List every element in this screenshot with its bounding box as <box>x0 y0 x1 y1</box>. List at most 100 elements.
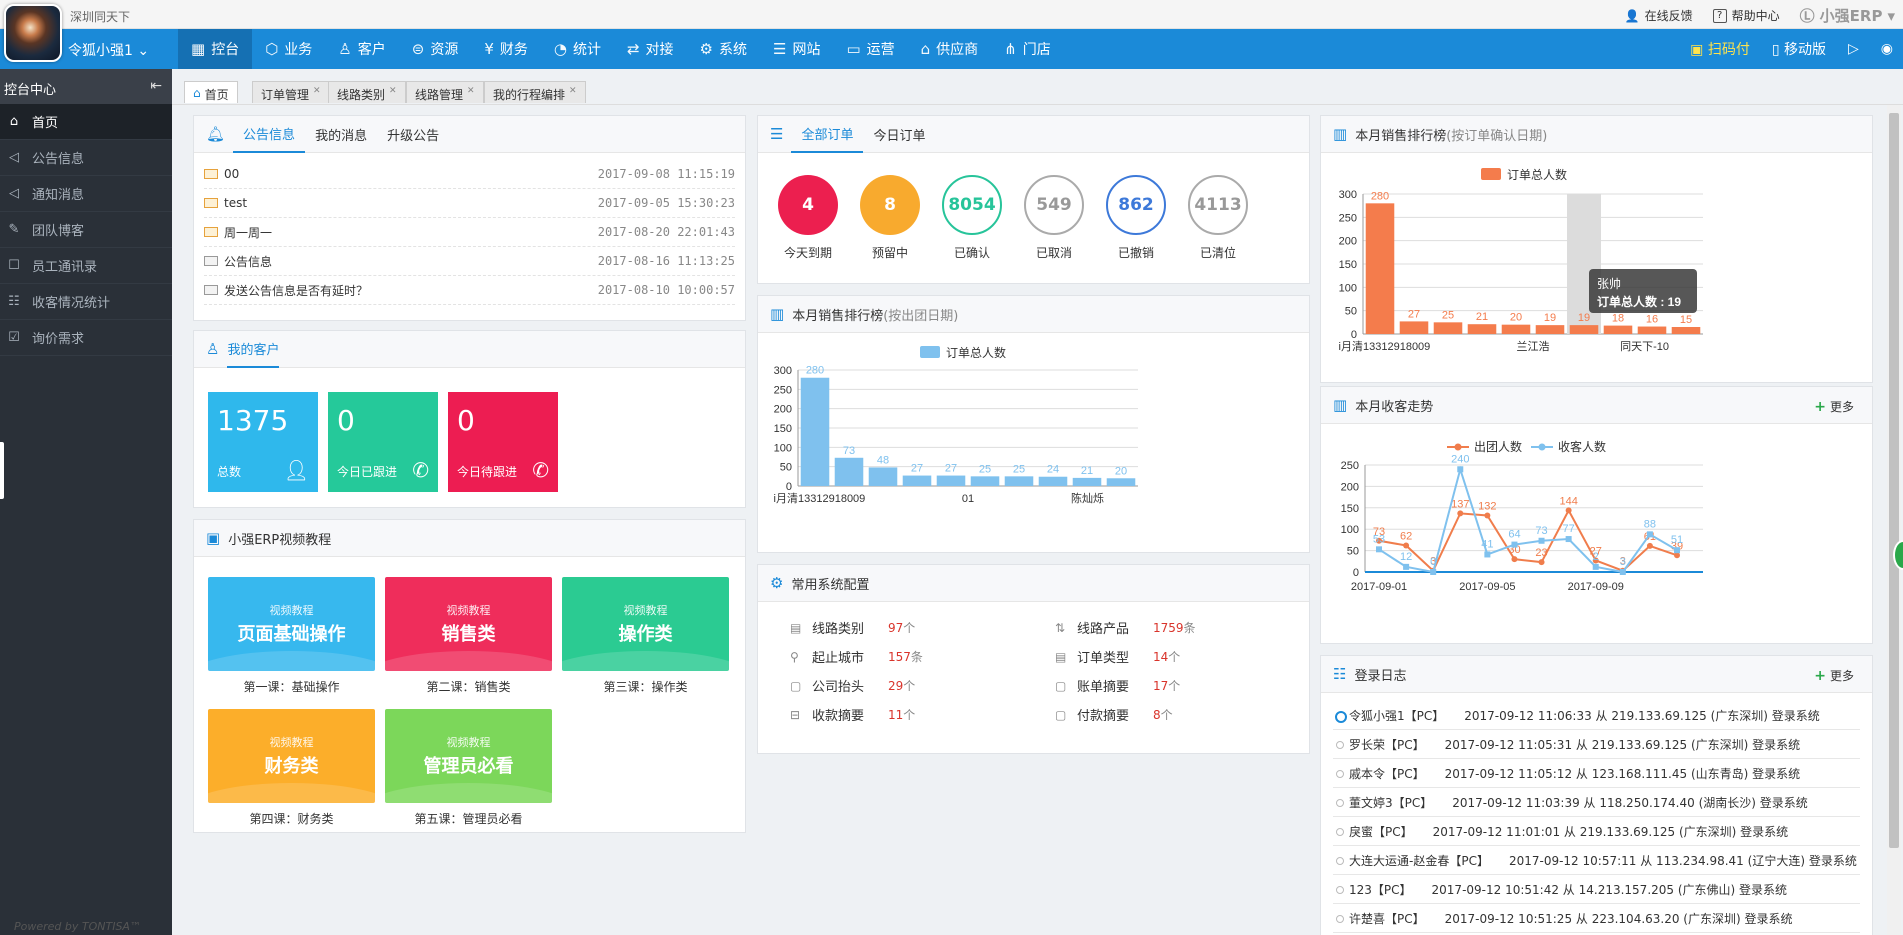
stat-revoked[interactable]: 862 已撤销 <box>1106 175 1166 261</box>
point <box>1430 569 1437 575</box>
sidebar-item-notice[interactable]: ◁ 公告信息 <box>0 140 172 176</box>
video-card[interactable]: 视频教程 操作类 第三课：操作类 <box>562 577 729 699</box>
video-icon: ▣ <box>206 529 221 547</box>
tab-itinerary[interactable]: 我的行程编排 ✕ <box>484 81 586 103</box>
config-item[interactable]: ⇅ 线路产品 1759条 <box>1055 618 1295 638</box>
config-value: 14 <box>1153 650 1169 664</box>
config-item[interactable]: ⚲ 起止城市 157条 <box>790 647 1055 667</box>
nav-item-website[interactable]: ☰ 网站 <box>760 29 833 69</box>
log-info: 2017-09-12 10:51:25 从 223.104.63.20 (广东深… <box>1444 911 1793 926</box>
video-card[interactable]: 视频教程 财务类 第四课：财务类 <box>208 709 375 831</box>
orders-header: ☰ 全部订单 今日订单 <box>758 116 1309 153</box>
nav-item-dashboard[interactable]: ▦ 控台 <box>178 29 253 69</box>
config-item[interactable]: ▢ 账单摘要 17个 <box>1055 676 1295 696</box>
video-sub: 视频教程 <box>446 604 491 617</box>
nav-item-customer[interactable]: ♙ 客户 <box>325 29 398 69</box>
customer-total-card[interactable]: 1375 总数 👤︎ <box>208 392 318 492</box>
sidebar-item-stats[interactable]: ☷ 收客情况统计 <box>0 284 172 320</box>
nav-item-connect[interactable]: ⇄ 对接 <box>614 29 687 69</box>
config-item[interactable]: ▤ 线路类别 97个 <box>790 618 1055 638</box>
sidebar-item-messages[interactable]: ◁ 通知消息 <box>0 176 172 212</box>
nav-item-supplier[interactable]: ⌂ 供应商 <box>908 29 992 69</box>
scrollbar-thumb[interactable] <box>1889 113 1899 848</box>
user-menu[interactable]: 令狐小强1 ⌄ <box>68 40 149 60</box>
list-item[interactable]: 周一周一 2017-08-20 22:01:43 <box>204 218 735 247</box>
log-user: 123【PC】 <box>1349 882 1412 897</box>
data-label: 51 <box>1671 534 1683 546</box>
feedback-link[interactable]: 👤 在线反馈 <box>1625 7 1693 24</box>
notice-title: 周一周一 <box>224 225 273 240</box>
tab-my-messages[interactable]: 我的消息 <box>305 116 377 153</box>
nav-item-stats[interactable]: ◔ 统计 <box>541 29 614 69</box>
log-info: 2017-09-12 11:01:01 从 219.133.69.125 (广东… <box>1432 824 1789 839</box>
legend-swatch <box>1481 168 1501 180</box>
tab-all-orders[interactable]: 全部订单 <box>791 116 864 153</box>
tab-today-orders[interactable]: 今日订单 <box>863 116 935 153</box>
nav-item-resource[interactable]: ⊜ 资源 <box>399 29 472 69</box>
stat-due-today[interactable]: 4 今天到期 <box>778 175 838 261</box>
data-label: 62 <box>1400 530 1412 542</box>
nav-item-operation[interactable]: ▭ 运营 <box>833 29 907 69</box>
tab-upgrade-notes[interactable]: 升级公告 <box>377 116 449 153</box>
tab-announcements[interactable]: 公告信息 <box>233 116 306 153</box>
sidebar-handle[interactable] <box>0 442 4 499</box>
point <box>1457 466 1464 473</box>
stat-cleared[interactable]: 4113 已清位 <box>1188 175 1248 261</box>
video-card[interactable]: 视频教程 管理员必看 第五课：管理员必看 <box>385 709 552 831</box>
flag-icon[interactable]: ▷ <box>1848 41 1859 57</box>
y-tick-label: 150 <box>774 423 792 435</box>
nav-item-finance[interactable]: ¥ 财务 <box>471 29 541 69</box>
list-item[interactable]: 公告信息 2017-08-16 11:13:25 <box>204 247 735 276</box>
line-chart-trend: 出团人数 收客人数05010015020025073 623137 13230 2314… <box>1341 439 1703 593</box>
sidebar-item-home[interactable]: ⌂ 首页 <box>0 104 172 140</box>
customer-title[interactable]: 我的客户 <box>227 331 280 368</box>
close-icon[interactable]: ✕ <box>569 86 577 103</box>
config-item[interactable]: ▢ 公司抬头 29个 <box>790 676 1055 696</box>
avatar[interactable] <box>4 4 62 62</box>
more-link[interactable]: + 更多 <box>1814 398 1854 415</box>
followed-today-card[interactable]: 0 今日已跟进 ✆ <box>328 392 438 492</box>
nav-item-system[interactable]: ⚙ 系统 <box>687 29 760 69</box>
close-icon[interactable]: ✕ <box>467 86 475 103</box>
collapse-icon[interactable]: ⇤ <box>150 78 162 94</box>
pending-today-card[interactable]: 0 今日待跟进 ✆ <box>448 392 558 492</box>
stat-label: 已取消 <box>1035 246 1072 260</box>
config-item[interactable]: ⊟ 收款摘要 11个 <box>790 705 1055 725</box>
bell-icon: 🔔︎ <box>206 125 226 143</box>
stat-cancelled[interactable]: 549 已取消 <box>1024 175 1084 261</box>
x-tick-label: 01 <box>962 493 974 505</box>
nav-item-store[interactable]: ⋔ 门店 <box>991 29 1064 69</box>
tab-route-manage[interactable]: 线路管理 ✕ <box>406 81 484 103</box>
eye-icon[interactable]: ◉ <box>1881 41 1893 57</box>
mobile-button[interactable]: ▯ 移动版 <box>1772 39 1826 59</box>
config-item[interactable]: ▢ 付款摘要 8个 <box>1055 705 1295 725</box>
stat-confirmed[interactable]: 8054 已确认 <box>942 175 1002 261</box>
sidebar-item-inquiry[interactable]: ☑ 询价需求 <box>0 320 172 356</box>
help-link[interactable]: ? 帮助中心 <box>1712 7 1780 24</box>
tab-orders[interactable]: 订单管理 ✕ <box>252 81 330 103</box>
close-icon[interactable]: ✕ <box>389 86 397 103</box>
tab-route-category[interactable]: 线路类别 ✕ <box>328 81 406 103</box>
nav-items: ▦ 控台 ⬡ 业务 ♙ 客户 ⊜ 资源 ¥ 财务 ◔ 统计 ⇄ 对接 ⚙ 系统 ☰ 网站 ▭ 运营 … <box>178 29 1064 69</box>
sidebar-item-contacts[interactable]: ☐ 员工通讯录 <box>0 248 172 284</box>
list-item[interactable]: 00 2017-09-08 11:15:19 <box>204 160 735 189</box>
list-item[interactable]: test 2017-09-05 15:30:23 <box>204 189 735 218</box>
route-icon: ⇅ <box>1055 620 1066 635</box>
more-link[interactable]: + 更多 <box>1814 667 1854 684</box>
stat-reserved[interactable]: 8 预留中 <box>860 175 920 261</box>
video-card[interactable]: 视频教程 页面基础操作 第一课：基础操作 <box>208 577 375 699</box>
page-scrollbar[interactable] <box>1887 105 1901 935</box>
y-tick-label: 150 <box>1339 259 1357 271</box>
tab-home[interactable]: ⌂ 首页 <box>184 81 238 103</box>
scan-pay-button[interactable]: ▣ 扫码付 <box>1690 39 1750 59</box>
config-item[interactable]: ▤ 订单类型 14个 <box>1055 647 1295 667</box>
nav-item-business[interactable]: ⬡ 业务 <box>252 29 325 69</box>
video-card[interactable]: 视频教程 销售类 第二课：销售类 <box>385 577 552 699</box>
sidebar-item-blog[interactable]: ✎ 团队博客 <box>0 212 172 248</box>
plus-icon: + <box>1814 399 1826 415</box>
tooltip-value: 订单总人数 : 19 <box>1597 294 1681 309</box>
list-item[interactable]: 发送公告信息是否有延时？ 2017-08-10 10:00:57 <box>204 276 735 305</box>
log-info: 2017-09-12 11:03:39 从 118.250.174.40 (湖南… <box>1452 795 1808 810</box>
close-icon[interactable]: ✕ <box>313 86 321 103</box>
brand-logo[interactable]: Ⓛ 小强ERP ▾ <box>1800 5 1895 26</box>
